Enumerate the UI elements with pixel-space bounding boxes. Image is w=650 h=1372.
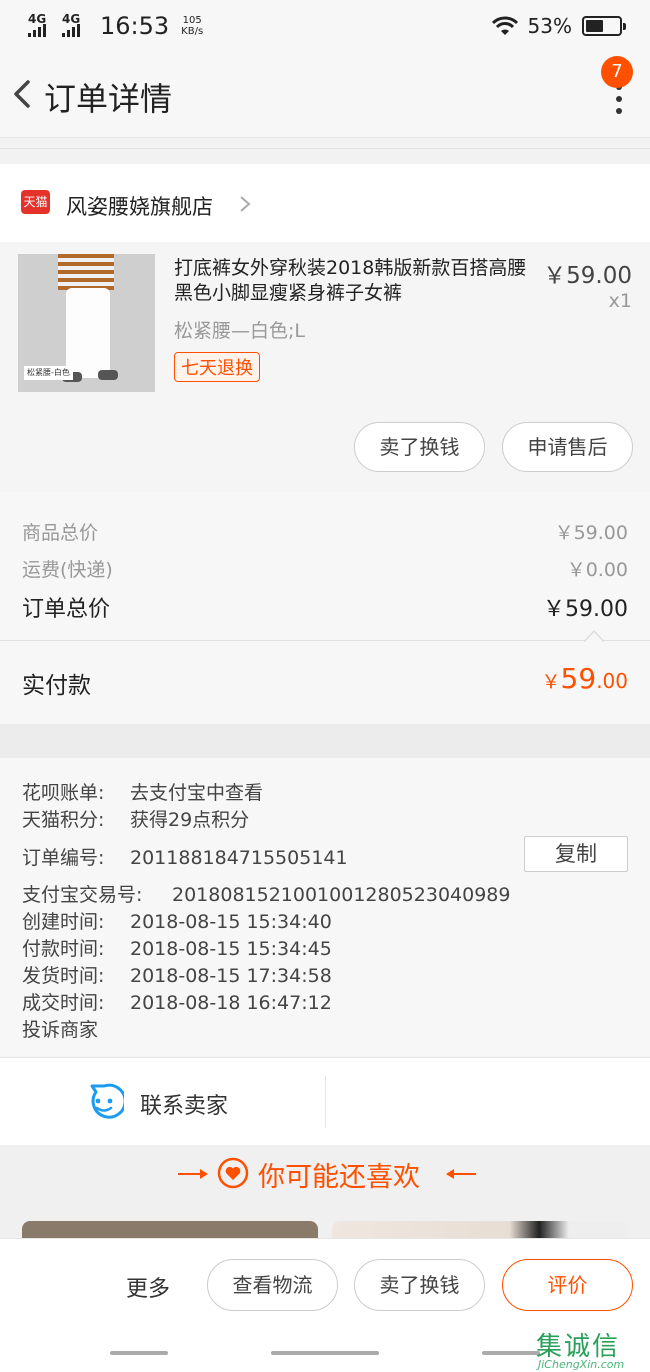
paid-time-value: 2018-08-15 15:34:45 xyxy=(130,938,332,960)
order-total-label: 订单总价 xyxy=(22,597,111,622)
created-value: 2018-08-15 15:34:40 xyxy=(130,911,332,933)
contact-seller-button[interactable]: 联系卖家 xyxy=(140,1088,228,1120)
alipay-label: 支付宝交易号: xyxy=(22,884,143,906)
more-menu-icon[interactable] xyxy=(614,84,624,130)
paid-currency: ￥ xyxy=(541,671,561,693)
paid-decimal: .00 xyxy=(596,669,628,693)
paid-amount: ￥59.00 xyxy=(542,662,628,695)
contact-seller-bar: 联系卖家 xyxy=(0,1057,650,1145)
points-value: 获得29点积分 xyxy=(130,809,250,831)
product-quantity: x1 xyxy=(608,290,632,312)
sell-button-bottom[interactable]: 卖了换钱 xyxy=(354,1259,485,1311)
created-label: 创建时间: xyxy=(22,911,105,933)
battery-icon xyxy=(582,16,626,36)
paid-label: 实付款 xyxy=(22,673,91,699)
created-row: 创建时间: 2018-08-15 15:34:40 xyxy=(22,907,332,934)
decor-line-right xyxy=(452,1173,476,1175)
watermark-subtext: JiChengXin.com xyxy=(538,1358,625,1371)
network-speed: 105 KB/s xyxy=(181,15,203,37)
completed-label: 成交时间: xyxy=(22,992,105,1014)
chevron-right-icon xyxy=(240,196,251,212)
product-image[interactable]: 松紧腰-白色 xyxy=(18,254,155,392)
heart-icon xyxy=(217,1157,249,1189)
product-image-tag: 松紧腰-白色 xyxy=(24,366,73,380)
contact-divider xyxy=(325,1076,326,1128)
goods-total-row: 商品总价 ￥59.00 xyxy=(22,518,628,545)
paid-integer: 59 xyxy=(560,662,597,695)
goods-total-label: 商品总价 xyxy=(22,522,99,544)
section-gap xyxy=(0,724,650,758)
product-title[interactable]: 打底裤女外穿秋装2018韩版新款百搭高腰黑色小脚显瘦紧身裤子女裤 xyxy=(174,256,536,306)
after-sale-button[interactable]: 申请售后 xyxy=(502,422,633,472)
recommend-section: 你可能还喜欢 xyxy=(0,1145,650,1251)
alipay-row: 支付宝交易号: 2018081521001001280523040989 xyxy=(22,880,510,907)
copy-button[interactable]: 复制 xyxy=(524,836,628,872)
product-card: 松紧腰-白色 打底裤女外穿秋装2018韩版新款百搭高腰黑色小脚显瘦紧身裤子女裤 … xyxy=(0,242,650,492)
huabei-label: 花呗账单: xyxy=(22,782,105,804)
tmall-logo: 天猫 xyxy=(21,190,50,214)
battery-percent: 53% xyxy=(527,14,572,38)
decor-line-left xyxy=(178,1173,202,1175)
signal-icon-2: 4G xyxy=(62,13,90,39)
back-arrow-icon[interactable] xyxy=(8,74,38,114)
paid-time-label: 付款时间: xyxy=(22,938,105,960)
caret-up-icon xyxy=(584,630,604,642)
battery-level xyxy=(586,20,603,32)
signal-icon: 4G xyxy=(28,13,56,39)
decor-arrow-left xyxy=(200,1169,208,1179)
system-nav-home[interactable] xyxy=(271,1351,379,1355)
points-label: 天猫积分: xyxy=(22,809,105,831)
shipped-value: 2018-08-15 17:34:58 xyxy=(130,965,332,987)
service-tag: 七天退换 xyxy=(174,352,260,382)
nav-header: 订单详情 xyxy=(0,52,650,138)
product-price: ￥59.00 xyxy=(543,263,632,289)
view-logistics-button[interactable]: 查看物流 xyxy=(207,1259,338,1311)
shop-row[interactable]: 天猫 风姿腰娆旗舰店 xyxy=(0,164,650,242)
huabei-value[interactable]: 去支付宝中查看 xyxy=(130,782,263,804)
shop-name: 风姿腰娆旗舰店 xyxy=(66,195,213,219)
notification-badge: 7 xyxy=(601,56,633,88)
totals-divider xyxy=(0,640,650,641)
complaint-link[interactable]: 投诉商家 xyxy=(22,1015,98,1042)
divider xyxy=(0,148,650,164)
huabei-row[interactable]: 花呗账单: 去支付宝中查看 xyxy=(22,778,263,805)
system-nav-recent[interactable] xyxy=(482,1351,540,1355)
order-number-label: 订单编号: xyxy=(22,847,105,869)
shipped-row: 发货时间: 2018-08-15 17:34:58 xyxy=(22,961,332,988)
goods-total-value: ￥59.00 xyxy=(554,522,628,544)
wifi-icon xyxy=(491,16,518,35)
more-button[interactable]: 更多 xyxy=(126,1271,170,1303)
completed-value: 2018-08-18 16:47:12 xyxy=(130,992,332,1014)
shipping-label: 运费(快递) xyxy=(22,559,113,581)
order-number-row: 订单编号: 201188184715505141 xyxy=(22,843,348,870)
sell-button[interactable]: 卖了换钱 xyxy=(354,422,485,472)
order-info: 花呗账单: 去支付宝中查看 天猫积分: 获得29点积分 订单编号: 201188184… xyxy=(0,758,650,1056)
shipped-label: 发货时间: xyxy=(22,965,105,987)
order-total-value: ￥59.00 xyxy=(543,597,628,622)
points-row: 天猫积分: 获得29点积分 xyxy=(22,805,249,832)
chat-smile-icon[interactable] xyxy=(84,1082,124,1122)
page-title: 订单详情 xyxy=(44,80,173,118)
rate-button[interactable]: 评价 xyxy=(502,1259,633,1311)
order-total-row: 订单总价 ￥59.00 xyxy=(22,591,628,623)
order-totals: 商品总价 ￥59.00 运费(快递) ￥0.00 订单总价 ￥59.00 实付款… xyxy=(0,492,650,724)
order-number-value: 201188184715505141 xyxy=(130,847,348,869)
status-bar: 4G 4G 16:53 105 KB/s 53% xyxy=(0,0,650,52)
completed-row: 成交时间: 2018-08-18 16:47:12 xyxy=(22,988,332,1015)
recommend-title: 你可能还喜欢 xyxy=(258,1162,420,1193)
paid-time-row: 付款时间: 2018-08-15 15:34:45 xyxy=(22,934,332,961)
speed-value: 105 xyxy=(182,15,202,26)
alipay-value: 2018081521001001280523040989 xyxy=(172,884,511,906)
speed-unit: KB/s xyxy=(181,26,204,37)
shipping-row: 运费(快递) ￥0.00 xyxy=(22,555,628,582)
clock: 16:53 xyxy=(100,12,170,40)
product-sku: 松紧腰—白色;L xyxy=(174,320,305,342)
system-nav-back[interactable] xyxy=(110,1351,168,1355)
shipping-value: ￥0.00 xyxy=(566,559,628,581)
